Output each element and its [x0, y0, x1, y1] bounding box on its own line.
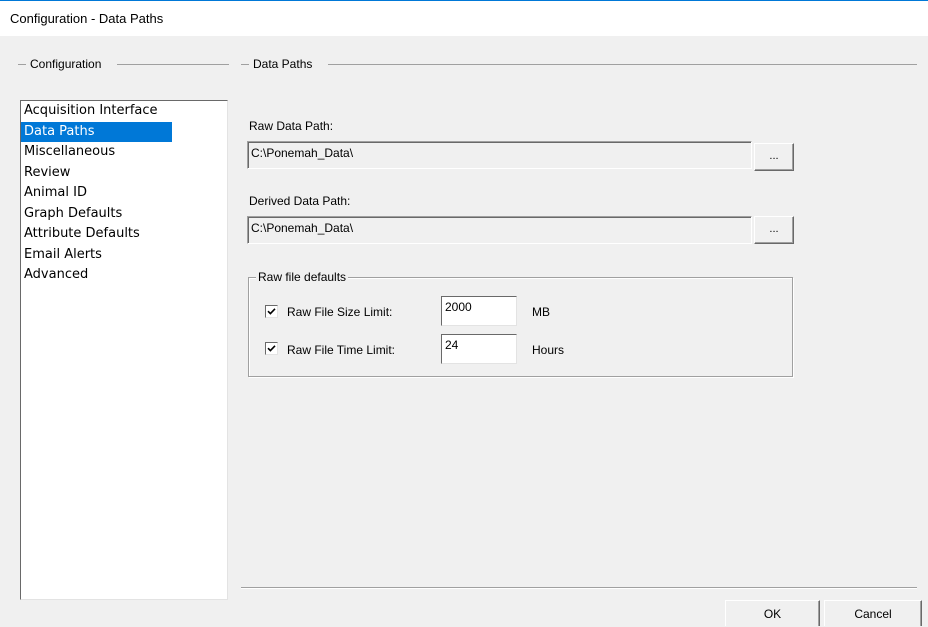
- raw-file-defaults-label: Raw file defaults: [256, 270, 349, 284]
- raw-file-size-limit-unit: MB: [532, 305, 550, 319]
- list-item-data-paths[interactable]: Data Paths: [21, 121, 172, 142]
- raw-data-path-label: Raw Data Path:: [249, 119, 334, 133]
- derived-data-path-field[interactable]: C:\Ponemah_Data\: [247, 216, 752, 244]
- right-group-label: Data Paths: [250, 57, 316, 71]
- list-item-acquisition-interface[interactable]: Acquisition Interface: [21, 101, 227, 122]
- checkmark-icon: [267, 308, 276, 315]
- left-group-line-right: [117, 64, 229, 65]
- raw-file-time-limit-unit: Hours: [532, 343, 565, 357]
- list-item-review[interactable]: Review: [21, 163, 227, 184]
- bottom-separator-highlight: [241, 588, 917, 589]
- raw-data-path-browse-button[interactable]: ...: [754, 143, 794, 171]
- list-item-advanced[interactable]: Advanced: [21, 265, 227, 286]
- config-category-list[interactable]: Acquisition Interface Data Paths Miscell…: [20, 100, 228, 600]
- raw-file-size-limit-label: Raw File Size Limit:: [287, 305, 393, 319]
- list-item-miscellaneous[interactable]: Miscellaneous: [21, 142, 227, 163]
- list-item-animal-id[interactable]: Animal ID: [21, 183, 227, 204]
- raw-file-size-limit-checkbox[interactable]: [265, 305, 278, 318]
- left-group-line-left: [18, 64, 26, 65]
- title-bar: Configuration - Data Paths: [0, 0, 928, 36]
- derived-data-path-browse-button[interactable]: ...: [754, 216, 794, 244]
- right-group-line-right: [328, 64, 917, 65]
- list-item-attribute-defaults[interactable]: Attribute Defaults: [21, 224, 227, 245]
- window-title: Configuration - Data Paths: [10, 11, 164, 26]
- right-group-line-left: [241, 64, 249, 65]
- list-item-graph-defaults[interactable]: Graph Defaults: [21, 204, 227, 225]
- list-item-email-alerts[interactable]: Email Alerts: [21, 245, 227, 266]
- derived-data-path-label: Derived Data Path:: [249, 194, 351, 208]
- left-group-label: Configuration: [27, 57, 105, 71]
- cancel-button[interactable]: Cancel: [824, 600, 922, 626]
- raw-file-time-limit-label: Raw File Time Limit:: [287, 343, 396, 357]
- raw-file-time-limit-input[interactable]: 24: [441, 334, 517, 364]
- raw-file-defaults-group: [248, 277, 793, 377]
- raw-data-path-field[interactable]: C:\Ponemah_Data\: [247, 141, 752, 169]
- checkmark-icon: [267, 345, 276, 352]
- raw-file-time-limit-checkbox[interactable]: [265, 342, 278, 355]
- ok-button[interactable]: OK: [725, 600, 820, 626]
- raw-file-size-limit-input[interactable]: 2000: [441, 296, 517, 326]
